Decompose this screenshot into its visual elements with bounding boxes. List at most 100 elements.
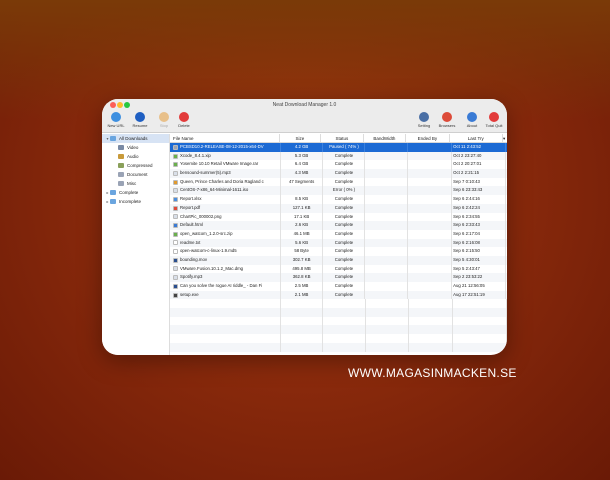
cell-text: Complete [334, 274, 354, 280]
cell-size: 2.6 KB [281, 221, 323, 230]
table-row[interactable]: setup.exe 2.1 MB Complete Aug 17 22:51:19 [170, 290, 507, 300]
sidebar-item-compressed[interactable]: Compressed [102, 161, 169, 170]
cell-status: Complete [323, 169, 366, 178]
zoom-window-button[interactable] [124, 102, 130, 108]
cell-text: Sep 6 2:42:24 [453, 204, 480, 210]
delete-button[interactable]: Delete [172, 111, 196, 128]
cell-text: Complete [334, 230, 354, 236]
table-row[interactable]: Xcode_8.4.1.xip 5.3 GB Complete Oct 2 23:27… [170, 151, 507, 161]
table-row[interactable]: open-watcom-c-linux-1.9.md5 58 Byte Comple… [170, 247, 507, 256]
table-row[interactable]: CentOS-7-x86_64-Minimal-1611.iso Error ( … [170, 186, 507, 196]
empty-row [170, 316, 507, 326]
cell-text: 2.6 KB [295, 222, 309, 228]
cell-text: Oct 2 20:27:01 [453, 161, 482, 167]
sort-indicator-icon[interactable]: ▾ [503, 134, 507, 142]
browsers-button[interactable]: Browsers [435, 111, 459, 128]
cell-name: Xcode_8.4.1.xip [170, 151, 281, 161]
table-row[interactable]: Report.pdf 127.1 KB Complete Sep 6 2:42:24 [170, 203, 507, 213]
table-row[interactable]: Spotify.mp3 362.8 KB Complete Sep 2 23:53:2… [170, 273, 507, 282]
table-row[interactable]: Yosemite 10.10 Retail VMware Image.rar 6.… [170, 160, 507, 170]
file-type-icon [173, 179, 178, 185]
resume-icon [135, 112, 145, 122]
column-header-file-name[interactable]: File Name [170, 134, 280, 142]
cell-bandwidth [365, 238, 409, 248]
close-window-button[interactable] [110, 102, 116, 108]
cell-ended [408, 221, 453, 230]
cell-text: 17.1 KB [293, 213, 310, 219]
toolbar: New URL Resume Stop Delete Setting Browsers Ab… [102, 111, 507, 133]
sidebar-item-all-downloads[interactable]: ▾ All Downloads [102, 134, 169, 143]
column-header-status[interactable]: Status [321, 134, 364, 142]
table-row[interactable]: Can you solve the rogue AI riddle_ - Dan… [170, 282, 507, 291]
cell-last: Sep 5 4:30:01 [452, 255, 507, 265]
column-header-bandwidth[interactable]: BandWidth [364, 134, 407, 142]
cell-text: Yosemite 10.10 Retail VMware Image.rar [180, 161, 259, 167]
table-row[interactable]: readme.txt 5.6 KB Complete Sep 6 2:16:08 [170, 238, 507, 248]
table-row[interactable]: open_watcom_1.2.0-src.zip 46.1 MB Complete… [170, 229, 507, 239]
cell-bandwidth [365, 290, 409, 300]
table-row[interactable]: ChartPic_000002.png 17.1 KB Complete Sep 6 … [170, 212, 507, 222]
cell-text: Sep 6 2:33:43 [453, 222, 480, 228]
sidebar-item-label: Document [127, 172, 148, 177]
empty-cell [409, 342, 453, 352]
cell-name: Yosemite 10.10 Retail VMware Image.rar [170, 160, 281, 170]
cell-spacer [506, 160, 507, 169]
cell-name: VMware.Fusion.10.1.2_Mac.dmg [170, 264, 281, 274]
table-row[interactable]: bounding.mov 302.7 KB Complete Sep 5 4:30:0… [170, 255, 507, 265]
cell-text: Complete [334, 213, 354, 219]
resume-button[interactable]: Resume [128, 111, 152, 128]
cell-text: 4.3 MB [294, 170, 309, 176]
cell-text: 5.6 KB [295, 239, 309, 245]
cell-text: Complete [334, 178, 354, 184]
cell-bandwidth [365, 195, 409, 204]
sidebar-item-document[interactable]: Document [102, 170, 169, 179]
table-row[interactable]: Queen, Prince Charles and Doria Ragland … [170, 177, 507, 187]
cell-bandwidth [365, 229, 409, 239]
cell-spacer [506, 273, 507, 282]
sidebar-item-label: Audio [127, 154, 139, 159]
minimize-window-button[interactable] [117, 102, 123, 108]
cell-text: Sep 5 4:30:01 [453, 256, 480, 262]
cell-text: Complete [334, 265, 354, 271]
cell-text: Complete [334, 170, 354, 176]
column-header-ended-by[interactable]: Ended By [406, 134, 450, 142]
cell-text: Oct 11 2:43:52 [453, 144, 482, 149]
cell-text: ChartPic_000002.png [180, 213, 222, 219]
table-row[interactable]: Report.xlsx 8.5 KB Complete Sep 6 2:44:16 [170, 195, 507, 204]
empty-cell [170, 325, 281, 335]
empty-cell [281, 334, 323, 343]
cell-size: 47 Segments [281, 177, 323, 187]
title-bar: Neat Download Manager 1.0 [102, 99, 507, 111]
table-row[interactable]: bensound-summer(5).mp3 4.3 MB Complete Oct … [170, 169, 507, 178]
sidebar-item-label: Incomplete [119, 199, 142, 204]
cell-last: Oct 11 2:43:52 [452, 143, 507, 152]
column-header-size[interactable]: Size [280, 134, 322, 142]
sidebar-item-incomplete[interactable]: ▸ Incomplete [102, 197, 169, 206]
column-header-last-try[interactable]: Last Try [450, 134, 503, 142]
sidebar-item-misc[interactable]: Misc [102, 179, 169, 188]
table-row[interactable]: Default.html 2.6 KB Complete Sep 6 2:33:43 [170, 221, 507, 230]
cell-last: Oct 2 23:27:40 [452, 151, 507, 161]
sidebar-item-label: Misc [127, 181, 137, 186]
cell-ended [408, 212, 453, 222]
setting-button[interactable]: Setting [412, 111, 436, 128]
cell-status: Complete [323, 177, 366, 187]
sidebar-item-complete[interactable]: ▸ Complete [102, 188, 169, 197]
cell-bandwidth [365, 160, 409, 170]
table-row[interactable]: PCBSD10.2-RELEASE-08-12-2015-x64-DV 4.2 G… [170, 143, 507, 152]
sidebar-item-video[interactable]: Video [102, 143, 169, 152]
main-content: ▾ All Downloads Video Audio Compressed Docume… [102, 134, 507, 355]
new-url-button[interactable]: New URL [104, 111, 128, 128]
table-row[interactable]: VMware.Fusion.10.1.2_Mac.dmg 495.8 MB Comp… [170, 264, 507, 274]
file-type-icon [173, 205, 178, 211]
cell-size: 495.8 MB [281, 264, 323, 274]
cell-spacer [506, 282, 507, 291]
total-quit-button[interactable]: Total Quit [482, 111, 506, 128]
cell-text: Oct 2 23:27:40 [453, 152, 482, 158]
about-button[interactable]: About [460, 111, 484, 128]
sidebar-item-label: Complete [119, 190, 139, 195]
cell-ended [408, 273, 453, 282]
empty-cell [409, 325, 453, 335]
cell-text: setup.exe [180, 291, 199, 297]
sidebar-item-audio[interactable]: Audio [102, 152, 169, 161]
